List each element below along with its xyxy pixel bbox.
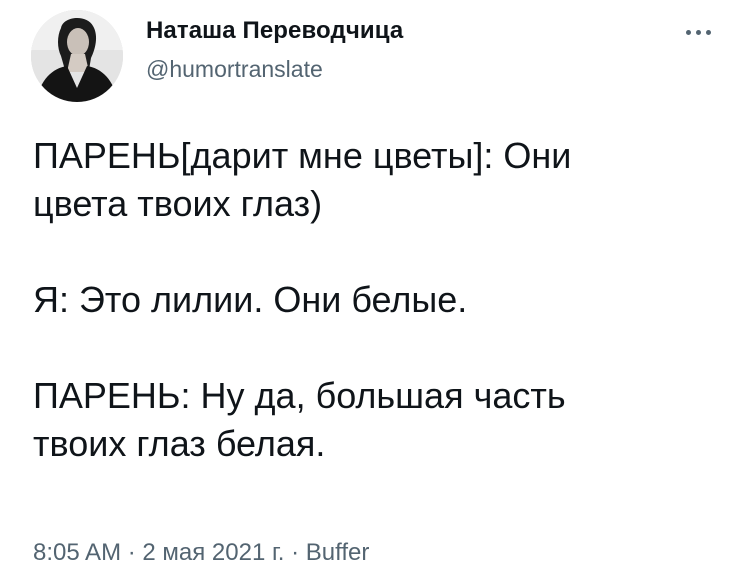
tweet-time[interactable]: 8:05 AM (33, 539, 121, 566)
more-dot (695, 29, 701, 35)
more-dot (685, 29, 691, 35)
more-options-icon[interactable] (676, 22, 720, 42)
tweet-card: Наташа Переводчица @humortranslate ПАРЕН… (0, 0, 750, 586)
author-display-name[interactable]: Наташа Переводчица (146, 17, 403, 45)
avatar-photo (31, 10, 123, 102)
meta-separator: · (121, 539, 143, 566)
meta-separator: · (284, 539, 306, 566)
more-dot (705, 29, 711, 35)
tweet-metadata: 8:05 AM · 2 мая 2021 г. · Buffer (33, 539, 369, 567)
tweet-paragraph: ПАРЕНЬ[дарит мне цветы]: Они цвета твоих… (33, 135, 572, 224)
avatar[interactable] (31, 10, 123, 102)
tweet-text: ПАРЕНЬ[дарит мне цветы]: Они цвета твоих… (33, 132, 723, 468)
tweet-paragraph: ПАРЕНЬ: Ну да, большая часть твоих глаз … (33, 375, 566, 464)
author-handle[interactable]: @humortranslate (146, 56, 323, 83)
tweet-source-link[interactable]: Buffer (306, 539, 370, 566)
tweet-date[interactable]: 2 мая 2021 г. (142, 539, 284, 566)
tweet-paragraph: Я: Это лилии. Они белые. (33, 279, 468, 320)
